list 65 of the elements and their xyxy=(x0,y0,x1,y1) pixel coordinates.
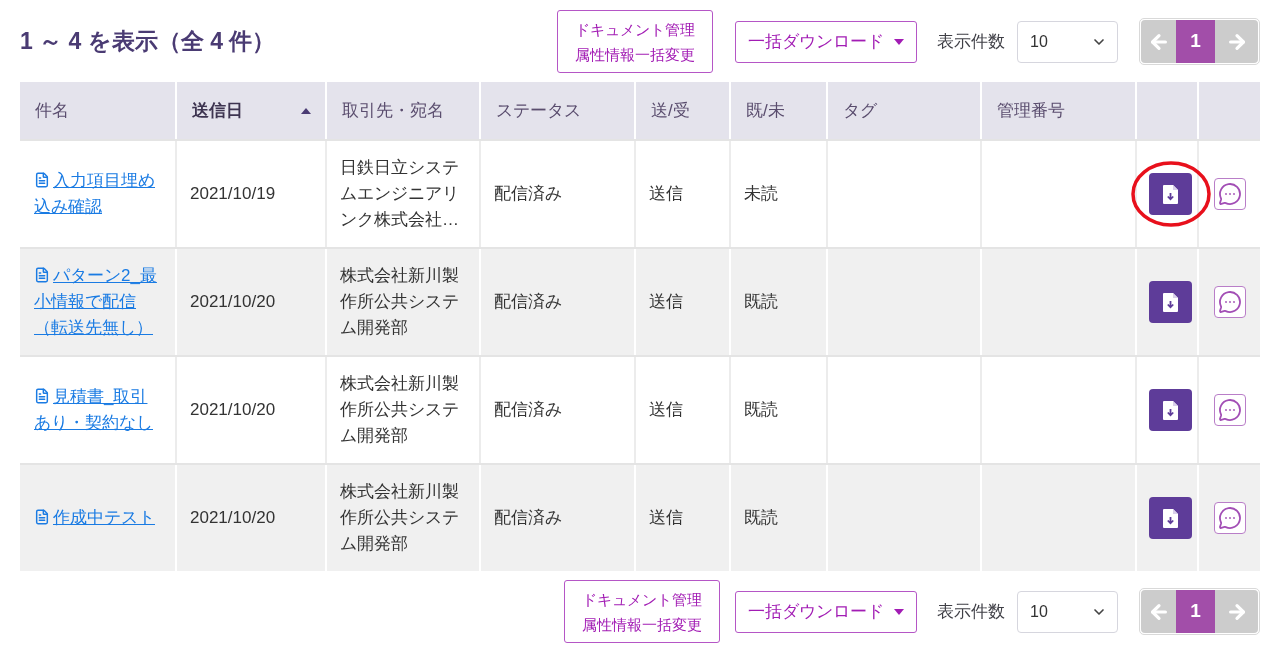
file-icon xyxy=(34,172,50,188)
recipient-name: 日鉄日立システムエンジニアリンク株式会社… xyxy=(340,157,460,231)
column-header[interactable]: 取引先・宛名 xyxy=(342,97,444,124)
column-header[interactable]: 管理番号 xyxy=(997,97,1065,124)
column-header[interactable]: タグ xyxy=(843,97,877,124)
file-download-icon xyxy=(1162,508,1178,528)
status-text: 配信済み xyxy=(494,183,562,205)
speech-bubble-icon xyxy=(1217,182,1242,206)
download-button[interactable] xyxy=(1148,389,1192,431)
speech-bubble-icon xyxy=(1217,290,1242,314)
sent-date: 2021/10/20 xyxy=(190,291,276,313)
document-link[interactable]: 入力項目埋め込み確認 xyxy=(34,168,163,220)
bulk-download-dropdown[interactable]: 一括ダウンロード xyxy=(735,590,917,633)
file-icon xyxy=(34,388,50,404)
page-size-select[interactable]: 10 xyxy=(1017,590,1118,633)
page-size-label: 表示件数 xyxy=(937,30,1005,53)
column-header[interactable]: ステータス xyxy=(496,97,581,124)
recipient-name: 株式会社新川製作所公共システム開発部 xyxy=(340,265,460,339)
recipient-name: 株式会社新川製作所公共システム開発部 xyxy=(340,481,460,555)
speech-bubble-icon xyxy=(1217,506,1242,530)
caret-down-icon xyxy=(894,608,904,615)
file-download-icon xyxy=(1162,184,1178,204)
file-icon xyxy=(34,509,50,525)
column-header[interactable]: 既/未 xyxy=(746,97,785,124)
sent-date: 2021/10/20 xyxy=(190,507,276,529)
read-status-text: 未読 xyxy=(744,183,778,205)
file-download-icon xyxy=(1162,292,1178,312)
direction-text: 送信 xyxy=(649,399,683,421)
bulk-edit-button[interactable]: ドキュメント管理 属性情報一括変更 xyxy=(564,580,720,643)
document-link[interactable]: パターン2_最小情報で配信（転送先無し） xyxy=(34,263,163,341)
page-size-label: 表示件数 xyxy=(937,600,1005,623)
bulk-download-dropdown[interactable]: 一括ダウンロード xyxy=(735,20,917,63)
direction-text: 送信 xyxy=(649,507,683,529)
speech-bubble-icon xyxy=(1217,398,1242,422)
comment-button[interactable] xyxy=(1213,502,1246,534)
document-link[interactable]: 作成中テスト xyxy=(34,505,163,531)
result-summary: 1 ～ 4 を表示（全 4 件） xyxy=(20,27,276,57)
status-text: 配信済み xyxy=(494,399,562,421)
column-header[interactable]: 送/受 xyxy=(651,97,690,124)
file-download-icon xyxy=(1162,400,1178,420)
document-link[interactable]: 見積書_取引あり・契約なし xyxy=(34,384,163,436)
page-button[interactable]: 1 xyxy=(1176,20,1215,63)
direction-text: 送信 xyxy=(649,291,683,313)
comment-button[interactable] xyxy=(1213,286,1246,318)
page-size-select[interactable]: 10 xyxy=(1017,20,1118,63)
comment-button[interactable] xyxy=(1213,178,1246,210)
read-status-text: 既読 xyxy=(744,507,778,529)
column-header[interactable]: 件名 xyxy=(35,97,69,124)
page-button[interactable]: 1 xyxy=(1176,590,1215,633)
recipient-name: 株式会社新川製作所公共システム開発部 xyxy=(340,373,460,447)
file-icon xyxy=(34,267,50,283)
direction-text: 送信 xyxy=(649,183,683,205)
column-header[interactable]: 送信日 xyxy=(192,97,243,124)
status-text: 配信済み xyxy=(494,507,562,529)
download-button[interactable] xyxy=(1148,173,1192,215)
sent-date: 2021/10/20 xyxy=(190,399,276,421)
download-button[interactable] xyxy=(1148,281,1192,323)
read-status-text: 既読 xyxy=(744,291,778,313)
status-text: 配信済み xyxy=(494,291,562,313)
download-button[interactable] xyxy=(1148,497,1192,539)
caret-down-icon xyxy=(894,38,904,45)
read-status-text: 既読 xyxy=(744,399,778,421)
bulk-edit-button[interactable]: ドキュメント管理 属性情報一括変更 xyxy=(557,10,713,73)
comment-button[interactable] xyxy=(1213,394,1246,426)
sent-date: 2021/10/19 xyxy=(190,183,276,205)
